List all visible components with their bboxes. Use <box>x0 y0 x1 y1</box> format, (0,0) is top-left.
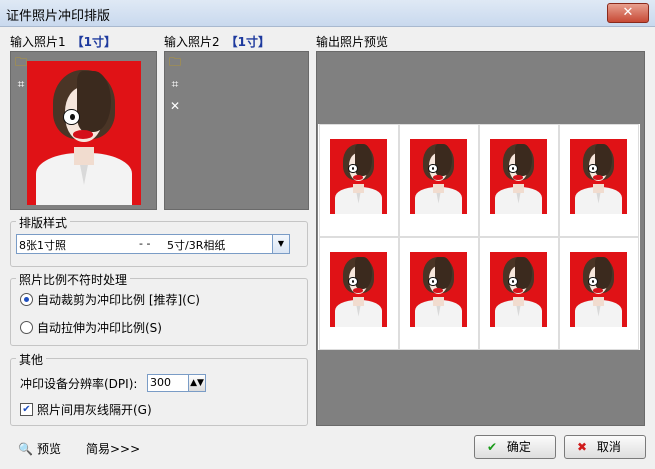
output-preview-sheet <box>318 124 640 350</box>
preview-photo-cell <box>479 237 559 350</box>
input-photo-2-size: 【1寸】 <box>225 35 270 49</box>
open-folder-icon[interactable]: 🗀 <box>167 54 183 70</box>
preview-photo-cell <box>559 124 639 237</box>
preview-photo-image <box>490 252 547 327</box>
dpi-input[interactable]: 300 <box>147 374 189 392</box>
crop-icon[interactable]: ⌗ <box>167 76 183 92</box>
clear-icon[interactable]: ✕ <box>167 98 183 114</box>
ratio-mismatch-group: 照片比例不符时处理 自动裁剪为冲印比例 [推荐](C) 自动拉伸为冲印比例(S) <box>10 271 308 346</box>
ok-button[interactable]: ✔ 确定 <box>474 435 556 459</box>
preview-photo-image <box>330 139 387 214</box>
close-button[interactable]: ✕ <box>607 3 649 23</box>
preview-photo-cell <box>319 237 399 350</box>
dpi-label: 冲印设备分辨率(DPI): <box>20 377 138 391</box>
gray-line-label[interactable]: 照片间用灰线隔开(G) <box>37 401 152 418</box>
stretch-option-label[interactable]: 自动拉伸为冲印比例(S) <box>37 319 162 336</box>
preview-link[interactable]: 🔍 预览 <box>18 440 61 457</box>
dialog-window: 证件照片冲印排版 ✕ 输入照片1 【1寸】 🗀 ⌗ 输入照片2 【1寸】 🗀 ⌗ ✕… <box>0 0 655 469</box>
cancel-button[interactable]: ✖ 取消 <box>564 435 646 459</box>
title-bar: 证件照片冲印排版 ✕ <box>0 0 655 27</box>
preview-photo-image <box>570 252 627 327</box>
crop-option-label[interactable]: 自动裁剪为冲印比例 [推荐](C) <box>37 291 200 308</box>
crop-radio[interactable] <box>20 293 33 306</box>
input-photo-1-size: 【1寸】 <box>71 35 116 49</box>
input-photo-1-label: 输入照片1 【1寸】 <box>10 35 116 49</box>
gray-line-checkbox[interactable]: ✔ <box>20 403 33 416</box>
preview-photo-cell <box>559 237 639 350</box>
input-photo-1-image <box>27 61 141 205</box>
preview-photo-cell <box>399 124 479 237</box>
cross-icon: ✖ <box>577 440 588 454</box>
layout-style-select[interactable]: 8张1寸照 - - 5寸/3R相纸 ▼ <box>16 234 290 254</box>
output-preview-label: 输出照片预览 <box>316 35 389 49</box>
preview-photo-cell <box>399 237 479 350</box>
window-title: 证件照片冲印排版 <box>6 9 111 24</box>
simple-mode-link[interactable]: 简易>>> <box>86 440 140 457</box>
layout-style-legend: 排版样式 <box>16 214 71 231</box>
preview-photo-cell <box>479 124 559 237</box>
preview-photo-image <box>410 139 467 214</box>
other-group: 其他 冲印设备分辨率(DPI): 300 ▲▼ ✔ 照片间用灰线隔开(G) <box>10 351 308 426</box>
layout-style-separator: - - <box>139 237 151 250</box>
preview-photo-image <box>330 252 387 327</box>
ratio-mismatch-legend: 照片比例不符时处理 <box>16 271 131 288</box>
layout-style-group: 排版样式 8张1寸照 - - 5寸/3R相纸 ▼ <box>10 214 308 267</box>
other-legend: 其他 <box>16 351 47 368</box>
input-photo-1-panel[interactable]: 🗀 ⌗ <box>10 51 157 210</box>
layout-style-paper: 5寸/3R相纸 <box>167 239 226 252</box>
preview-photo-image <box>410 252 467 327</box>
dpi-spinner[interactable]: ▲▼ <box>188 374 206 392</box>
chevron-down-icon[interactable]: ▼ <box>272 235 289 253</box>
preview-photo-image <box>490 139 547 214</box>
input-photo-2-label: 输入照片2 【1寸】 <box>164 35 270 49</box>
input-photo-2-panel[interactable]: 🗀 ⌗ ✕ <box>164 51 309 210</box>
preview-photo-image <box>570 139 627 214</box>
magnifier-icon: 🔍 <box>18 442 33 456</box>
stretch-radio[interactable] <box>20 321 33 334</box>
preview-photo-cell <box>319 124 399 237</box>
checkmark-icon: ✔ <box>487 440 498 454</box>
layout-style-count: 8张1寸照 <box>19 239 66 252</box>
